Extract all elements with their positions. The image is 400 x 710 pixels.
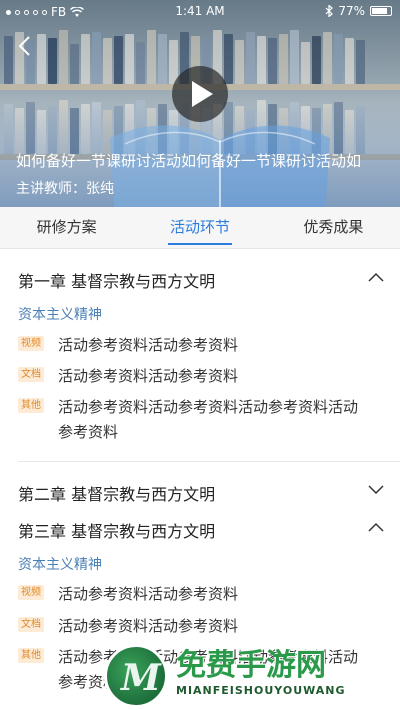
tag-video: 视频	[18, 585, 44, 600]
play-icon	[192, 81, 213, 107]
tag-other: 其他	[18, 398, 44, 413]
watermark-english: MIANFEISHOUYOUWANG	[176, 684, 346, 697]
chapter-title: 第三章 基督宗教与西方文明	[18, 522, 216, 541]
list-item[interactable]: 其他 活动参考资料活动参考资料活动参考资料活动参考资料	[18, 395, 388, 447]
watermark: M 免费手游网 MIANFEISHOUYOUWANG	[104, 640, 400, 710]
tab-bar: 研修方案 活动环节 优秀成果	[0, 207, 400, 249]
back-arrow-icon[interactable]	[14, 34, 38, 58]
item-text: 活动参考资料活动参考资料	[58, 585, 239, 603]
tab-activity-steps[interactable]: 活动环节	[133, 207, 266, 248]
video-player[interactable]: FB 1:41 AM 77% 如何备好一节课研讨活动如何备好一节课研讨活动如 主…	[0, 0, 400, 207]
item-text: 活动参考资料活动参考资料	[58, 336, 239, 354]
tab-research-plan[interactable]: 研修方案	[0, 207, 133, 248]
chapter-title: 第二章 基督宗教与西方文明	[18, 485, 216, 504]
teacher-label: 主讲教师：张纯	[16, 181, 114, 197]
tag-document: 文档	[18, 617, 44, 632]
chapter-title: 第一章 基督宗教与西方文明	[18, 272, 216, 291]
bluetooth-icon	[325, 5, 334, 17]
list-item[interactable]: 视频 活动参考资料活动参考资料	[18, 333, 388, 359]
list-item[interactable]: 文档 活动参考资料活动参考资料	[18, 614, 388, 640]
item-text: 活动参考资料活动参考资料	[58, 617, 239, 635]
tag-document: 文档	[18, 367, 44, 382]
battery-icon	[370, 6, 392, 16]
divider	[18, 461, 400, 462]
chapter-header[interactable]: 第二章 基督宗教与西方文明	[0, 479, 400, 507]
tag-video: 视频	[18, 336, 44, 351]
chevron-up-icon	[368, 522, 384, 532]
item-text: 活动参考资料活动参考资料	[58, 367, 239, 385]
watermark-logo: M	[104, 644, 168, 708]
video-title: 如何备好一节课研讨活动如何备好一节课研讨活动如	[16, 152, 362, 170]
section-title: 资本主义精神	[18, 307, 102, 323]
chevron-up-icon	[368, 272, 384, 282]
play-button[interactable]	[172, 66, 228, 122]
tab-excellent-results[interactable]: 优秀成果	[267, 207, 400, 248]
list-item[interactable]: 文档 活动参考资料活动参考资料	[18, 364, 388, 390]
status-bar: FB 1:41 AM 77%	[0, 0, 400, 24]
list-item[interactable]: 视频 活动参考资料活动参考资料	[18, 582, 388, 608]
item-text: 活动参考资料活动参考资料活动参考资料活动参考资料	[58, 398, 359, 441]
chapter-header[interactable]: 第三章 基督宗教与西方文明	[0, 516, 400, 544]
chapter-header[interactable]: 第一章 基督宗教与西方文明	[0, 266, 400, 294]
watermark-chinese: 免费手游网	[176, 648, 326, 683]
chevron-down-icon	[368, 485, 384, 495]
battery-percent: 77%	[338, 4, 365, 18]
section-title: 资本主义精神	[18, 557, 102, 573]
tag-other: 其他	[18, 648, 44, 663]
